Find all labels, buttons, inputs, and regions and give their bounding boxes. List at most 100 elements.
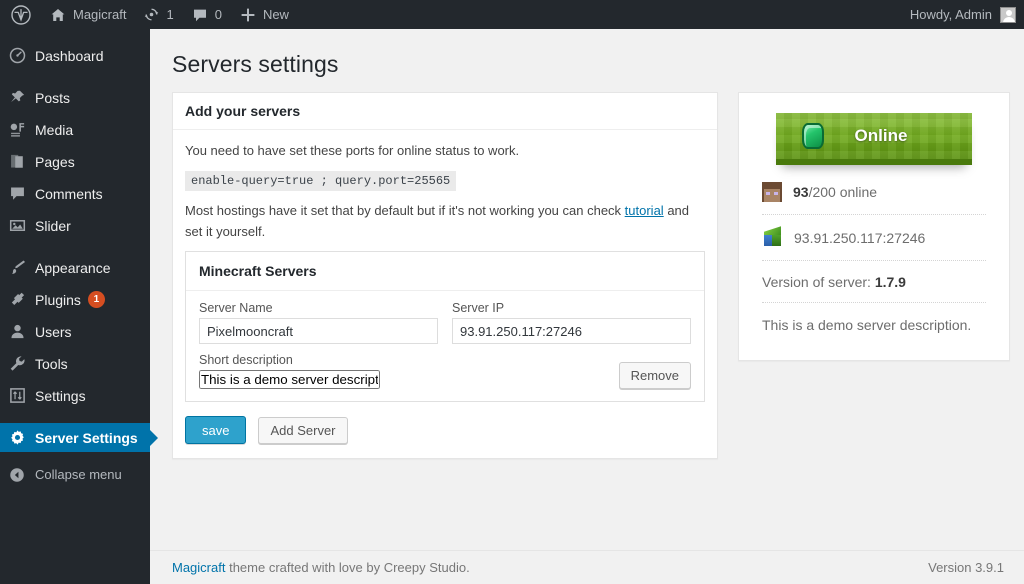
home-icon bbox=[50, 7, 66, 23]
remove-server-button[interactable]: Remove bbox=[618, 362, 691, 390]
tutorial-note-before: Most hostings have it set that by defaul… bbox=[185, 202, 625, 218]
image-icon bbox=[9, 217, 35, 234]
chevron-left-circle-icon bbox=[9, 467, 35, 483]
server-version-label: Version of server: bbox=[762, 274, 875, 290]
plus-icon bbox=[240, 7, 256, 23]
server-version-text: Version of server: 1.7.9 bbox=[762, 274, 906, 290]
server-address-text: 93.91.250.117:27246 bbox=[794, 230, 926, 246]
pages-icon bbox=[9, 153, 35, 170]
footer-credit-text: theme crafted with love by Creepy Studio… bbox=[225, 560, 470, 575]
updates-count: 1 bbox=[166, 7, 174, 22]
footer-version: Version 3.9.1 bbox=[928, 560, 1004, 575]
sidebar-item-pages[interactable]: Pages bbox=[0, 147, 150, 176]
add-servers-panel-body: You need to have set these ports for onl… bbox=[173, 130, 717, 458]
paintbrush-icon bbox=[9, 259, 35, 276]
admin-sidebar-menu: Dashboard Posts Media Pages Comments Sli… bbox=[0, 29, 158, 584]
tutorial-link[interactable]: tutorial bbox=[625, 203, 664, 218]
short-description-input[interactable] bbox=[199, 370, 380, 390]
server-fields-grid: Server Name Server IP bbox=[199, 301, 691, 345]
sidebar-item-server-settings[interactable]: Server Settings bbox=[0, 423, 158, 452]
players-online-row: 93/200 online bbox=[762, 169, 986, 214]
add-servers-panel: Add your servers You need to have set th… bbox=[172, 92, 718, 460]
gear-icon bbox=[9, 429, 35, 446]
comment-bubble-icon bbox=[192, 7, 208, 23]
new-content-label: New bbox=[262, 7, 289, 22]
form-actions: save Add Server bbox=[185, 416, 705, 445]
admin-bar: Magicraft 1 0 New Howdy, Admin bbox=[0, 0, 1024, 29]
save-button[interactable]: save bbox=[185, 416, 247, 445]
grass-block-icon bbox=[762, 226, 783, 248]
server-version-value: 1.7.9 bbox=[874, 274, 906, 290]
sidebar-item-tools[interactable]: Tools bbox=[0, 349, 150, 378]
status-badge-wrapper: Online bbox=[762, 113, 986, 169]
server-name-input[interactable] bbox=[199, 318, 438, 345]
server-description-text: This is a demo server description. bbox=[762, 317, 972, 333]
query-config-code: enable-query=true ; query.port=25565 bbox=[185, 170, 457, 191]
add-server-button[interactable]: Add Server bbox=[258, 416, 348, 444]
server-name-label: Server Name bbox=[199, 301, 273, 316]
server-ip-input[interactable] bbox=[452, 318, 691, 345]
settings-sliders-icon bbox=[9, 387, 35, 404]
footer-theme-link[interactable]: Magicraft bbox=[172, 560, 225, 575]
content-columns: Add your servers You need to have set th… bbox=[150, 92, 1024, 460]
wrench-icon bbox=[9, 355, 35, 372]
media-icon bbox=[9, 121, 35, 138]
emerald-gem-icon bbox=[802, 123, 824, 149]
footer-credit: Magicraft theme crafted with love by Cre… bbox=[172, 560, 470, 575]
sidebar-label: Server Settings bbox=[35, 429, 138, 446]
description-row: Short description Remove bbox=[199, 353, 691, 390]
sidebar-label: Plugins bbox=[35, 291, 81, 308]
add-servers-panel-title: Add your servers bbox=[173, 93, 717, 130]
sidebar-item-users[interactable]: Users bbox=[0, 317, 150, 346]
admin-footer: Magicraft theme crafted with love by Cre… bbox=[150, 550, 1024, 584]
content-area: Servers settings Add your servers You ne… bbox=[150, 29, 1024, 584]
sidebar-item-dashboard[interactable]: Dashboard bbox=[0, 41, 150, 70]
server-address-row: 93.91.250.117:27246 bbox=[762, 215, 986, 260]
server-name-field-group: Server Name bbox=[199, 301, 438, 345]
server-ip-label: Server IP bbox=[452, 301, 505, 316]
sidebar-label: Appearance bbox=[35, 259, 111, 276]
comment-bubble-icon bbox=[9, 185, 35, 202]
sidebar-item-posts[interactable]: Posts bbox=[0, 83, 150, 112]
minecraft-servers-title: Minecraft Servers bbox=[186, 252, 704, 292]
comments-button[interactable]: 0 bbox=[183, 0, 231, 29]
sidebar-label: Settings bbox=[35, 387, 86, 404]
collapse-menu-label: Collapse menu bbox=[35, 467, 122, 482]
server-ip-field-group: Server IP bbox=[452, 301, 691, 345]
dashboard-icon bbox=[9, 47, 35, 64]
sidebar-item-comments[interactable]: Comments bbox=[0, 179, 150, 208]
my-account-button[interactable]: Howdy, Admin bbox=[901, 0, 1024, 29]
sidebar-label: Tools bbox=[35, 355, 68, 372]
player-head-icon bbox=[762, 182, 782, 202]
page-title: Servers settings bbox=[172, 51, 339, 77]
collapse-menu-button[interactable]: Collapse menu bbox=[0, 460, 150, 489]
plugins-update-badge: 1 bbox=[87, 291, 105, 308]
user-avatar-icon bbox=[1000, 6, 1016, 23]
howdy-label: Howdy, Admin bbox=[909, 7, 992, 22]
sidebar-item-slider[interactable]: Slider bbox=[0, 211, 150, 240]
sidebar-item-appearance[interactable]: Appearance bbox=[0, 253, 150, 282]
sidebar-label: Comments bbox=[35, 185, 103, 202]
status-badge: Online bbox=[776, 113, 972, 165]
new-content-button[interactable]: New bbox=[231, 0, 298, 29]
site-name-label: Magicraft bbox=[73, 7, 127, 22]
wordpress-logo-icon bbox=[11, 4, 31, 25]
user-icon bbox=[9, 323, 35, 340]
server-status-widget: Online 93/200 online 93.91.250.117:27246… bbox=[738, 92, 1010, 361]
short-description-label: Short description bbox=[199, 353, 293, 368]
sidebar-item-settings[interactable]: Settings bbox=[0, 381, 150, 410]
wordpress-logo-button[interactable] bbox=[0, 0, 41, 29]
sidebar-item-plugins[interactable]: Plugins 1 bbox=[0, 285, 150, 314]
sidebar-label: Dashboard bbox=[35, 47, 104, 64]
short-description-field-group: Short description bbox=[199, 353, 437, 390]
updates-icon bbox=[144, 7, 159, 22]
players-online-text: 93/200 online bbox=[793, 184, 877, 200]
players-online-max: /200 online bbox=[808, 184, 878, 200]
server-version-row: Version of server: 1.7.9 bbox=[762, 261, 986, 302]
sidebar-item-media[interactable]: Media bbox=[0, 115, 150, 144]
ports-intro-text: You need to have set these ports for onl… bbox=[185, 143, 520, 158]
tutorial-note: Most hostings have it set that by defaul… bbox=[185, 201, 705, 243]
site-name-button[interactable]: Magicraft bbox=[41, 0, 135, 29]
updates-button[interactable]: 1 bbox=[135, 0, 182, 29]
sidebar-label: Posts bbox=[35, 89, 71, 106]
